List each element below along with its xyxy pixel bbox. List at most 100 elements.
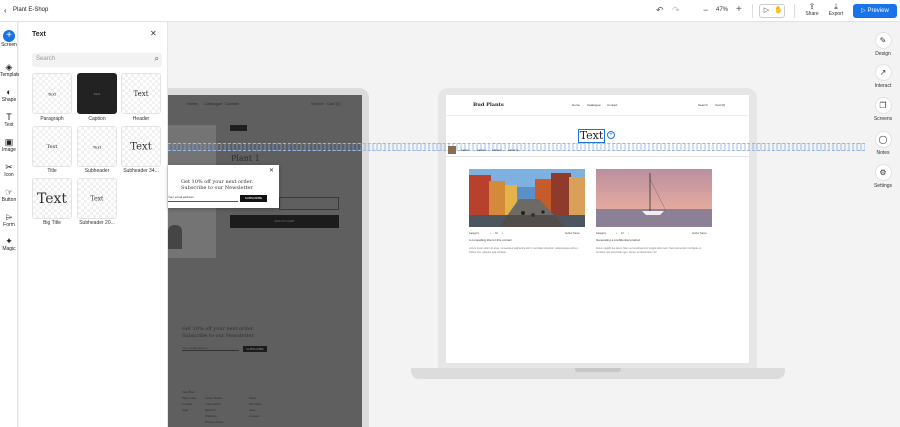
project-title[interactable]: Plant E-Shop [13, 7, 48, 13]
footer-column: Your Bud Plant Care Contact Help [182, 390, 197, 412]
shape-icon: ◐ [6, 87, 12, 97]
newsletter-popup[interactable]: ✕ Get 10% off your next order. Subscribe… [168, 165, 279, 208]
text-style-tile[interactable]: Text [32, 126, 72, 167]
product-title: Plant 1 [231, 154, 260, 163]
rail-image[interactable]: ▣ Image [0, 137, 18, 153]
top-toolbar: ‹ Plant E-Shop ↶ ↷ − 47% + ▷ ✋ ⇪ Share ⤓… [0, 0, 900, 22]
card-body: Fusce sagittis leo lacus. Nam vel condim… [596, 247, 702, 254]
comment-icon: ▪ [490, 232, 491, 235]
link-icon: ↗ [874, 64, 892, 81]
bookmark-icon: ▪ [502, 232, 503, 235]
nav-link: Contact [607, 103, 618, 107]
add-element-icon[interactable]: + [607, 131, 615, 139]
newsletter-email-field: Your email address [182, 346, 239, 351]
zoom-in-button[interactable]: + [736, 4, 742, 15]
preview-button[interactable]: ▷ Preview [853, 4, 897, 18]
interact-button[interactable]: ↗ Interact [866, 64, 900, 89]
rail-shape[interactable]: ◐ Shape [0, 87, 18, 103]
newsletter-heading: Get 10% off your next order. Subscribe t… [182, 326, 255, 339]
rail-text[interactable]: T Text [0, 112, 18, 128]
brand-logo: Bud Plants [473, 102, 504, 108]
sale-badge [230, 125, 247, 131]
popup-heading: Get 10% off your next order. Subscribe t… [181, 179, 254, 191]
text-style-tile[interactable]: Text [121, 73, 161, 114]
cursor-mode-icon[interactable]: ▷ [761, 6, 772, 16]
breadcrumb-item: Label [461, 148, 469, 152]
rail-form[interactable]: ⌲ Form [0, 212, 18, 228]
magic-wand-icon: ✦ [5, 236, 13, 246]
divider [794, 4, 795, 18]
gear-icon: ⚙ [874, 164, 892, 181]
screens-button[interactable]: ❐ Screens [866, 97, 900, 122]
hand-mode-icon[interactable]: ✋ [773, 6, 784, 16]
search-input[interactable]: Search ⌕ [32, 53, 162, 67]
text-style-tile[interactable]: Text [121, 126, 161, 167]
divider [446, 115, 749, 116]
comment-icon: ◯ [874, 131, 892, 148]
nav-link: Search [698, 103, 708, 107]
text-style-tile[interactable]: Text [32, 73, 72, 114]
footer-column: Store Our Story Jobs Contact [249, 396, 262, 418]
divider [752, 4, 753, 18]
plant-pot [168, 225, 182, 249]
icon-library-icon: ✂ [5, 162, 13, 172]
popup-email-field[interactable]: Your email address [168, 195, 238, 202]
text-icon: T [6, 112, 12, 122]
popup-subscribe-button[interactable]: SUBSCRIBE [240, 195, 267, 202]
breadcrumb-item: Label 2 [492, 148, 502, 152]
layers-icon: ◈ [5, 62, 13, 72]
add-to-cart-button: ADD TO CART [230, 215, 339, 228]
form-icon: ⌲ [5, 212, 13, 222]
rail-template[interactable]: ◈ Template [0, 62, 20, 78]
share-icon: ⇪ [808, 2, 816, 11]
settings-button[interactable]: ⚙ Settings [866, 164, 900, 189]
rail-icon[interactable]: ✂ Icon [0, 162, 18, 178]
text-style-tile[interactable]: Text [32, 178, 72, 219]
notes-button[interactable]: ◯ Notes [866, 131, 900, 156]
card-title: Generating a confidential product [596, 238, 641, 242]
nav-link: Catalogue [587, 103, 601, 107]
image-icon: ▣ [4, 137, 14, 147]
text-style-tile[interactable]: Text [77, 73, 117, 114]
text-style-tile[interactable]: Text [77, 178, 117, 219]
rail-button[interactable]: ☞ Button [0, 187, 18, 203]
button-icon: ☞ [4, 187, 14, 197]
export-button[interactable]: ⤓ Export [825, 2, 847, 17]
share-button[interactable]: ⇪ Share [801, 2, 823, 17]
zoom-level[interactable]: 47% [716, 7, 728, 13]
comment-icon: ▪ [616, 232, 617, 235]
nav-link: Cart (0) [715, 103, 726, 107]
breadcrumb-item: Label 3 [508, 148, 518, 152]
pencil-icon: ✎ [874, 32, 892, 49]
footer-column: Order Plants Track Order Returns Shippin… [205, 396, 224, 424]
redo-icon[interactable]: ↷ [672, 5, 680, 16]
rail-screen[interactable]: + Screen [0, 30, 18, 48]
screens-icon: ❐ [874, 97, 892, 114]
search-icon: ⌕ [154, 54, 159, 63]
chevron-left-icon[interactable]: ‹ [4, 6, 7, 15]
right-rail: ✎ Design ↗ Interact ❐ Screens ◯ Notes ⚙ … [866, 22, 900, 427]
breadcrumb-image [448, 146, 456, 154]
quantity-stepper [279, 197, 339, 210]
card-title: A compelling title for this content [469, 238, 513, 242]
divider [446, 156, 749, 157]
close-icon[interactable]: ✕ [150, 29, 157, 38]
rail-magic[interactable]: ✦ Magic [0, 236, 18, 252]
panel-title: Text [32, 31, 46, 38]
nav-link: Home [572, 103, 581, 107]
undo-icon[interactable]: ↶ [656, 5, 664, 16]
close-icon[interactable]: ✕ [269, 167, 274, 174]
card-image-sailboat [596, 169, 712, 227]
mode-toggle[interactable]: ▷ ✋ [759, 4, 785, 18]
card-body: Lorem ipsum dolor sit amet, consectetur … [469, 247, 579, 254]
card-image-street [469, 169, 585, 227]
bookmark-icon: ▪ [628, 232, 629, 235]
design-button[interactable]: ✎ Design [866, 32, 900, 57]
newsletter-subscribe-button: SUBSCRIBE [243, 346, 267, 352]
selected-text-element[interactable]: Text [578, 129, 605, 143]
text-panel: Text ✕ Search ⌕ Text Paragraph Text Capt… [19, 22, 168, 427]
download-icon: ⤓ [834, 2, 838, 11]
breadcrumb-item: Label 1 [477, 148, 487, 152]
zoom-out-button[interactable]: − [703, 5, 708, 15]
text-style-tile[interactable]: Text [77, 126, 117, 167]
